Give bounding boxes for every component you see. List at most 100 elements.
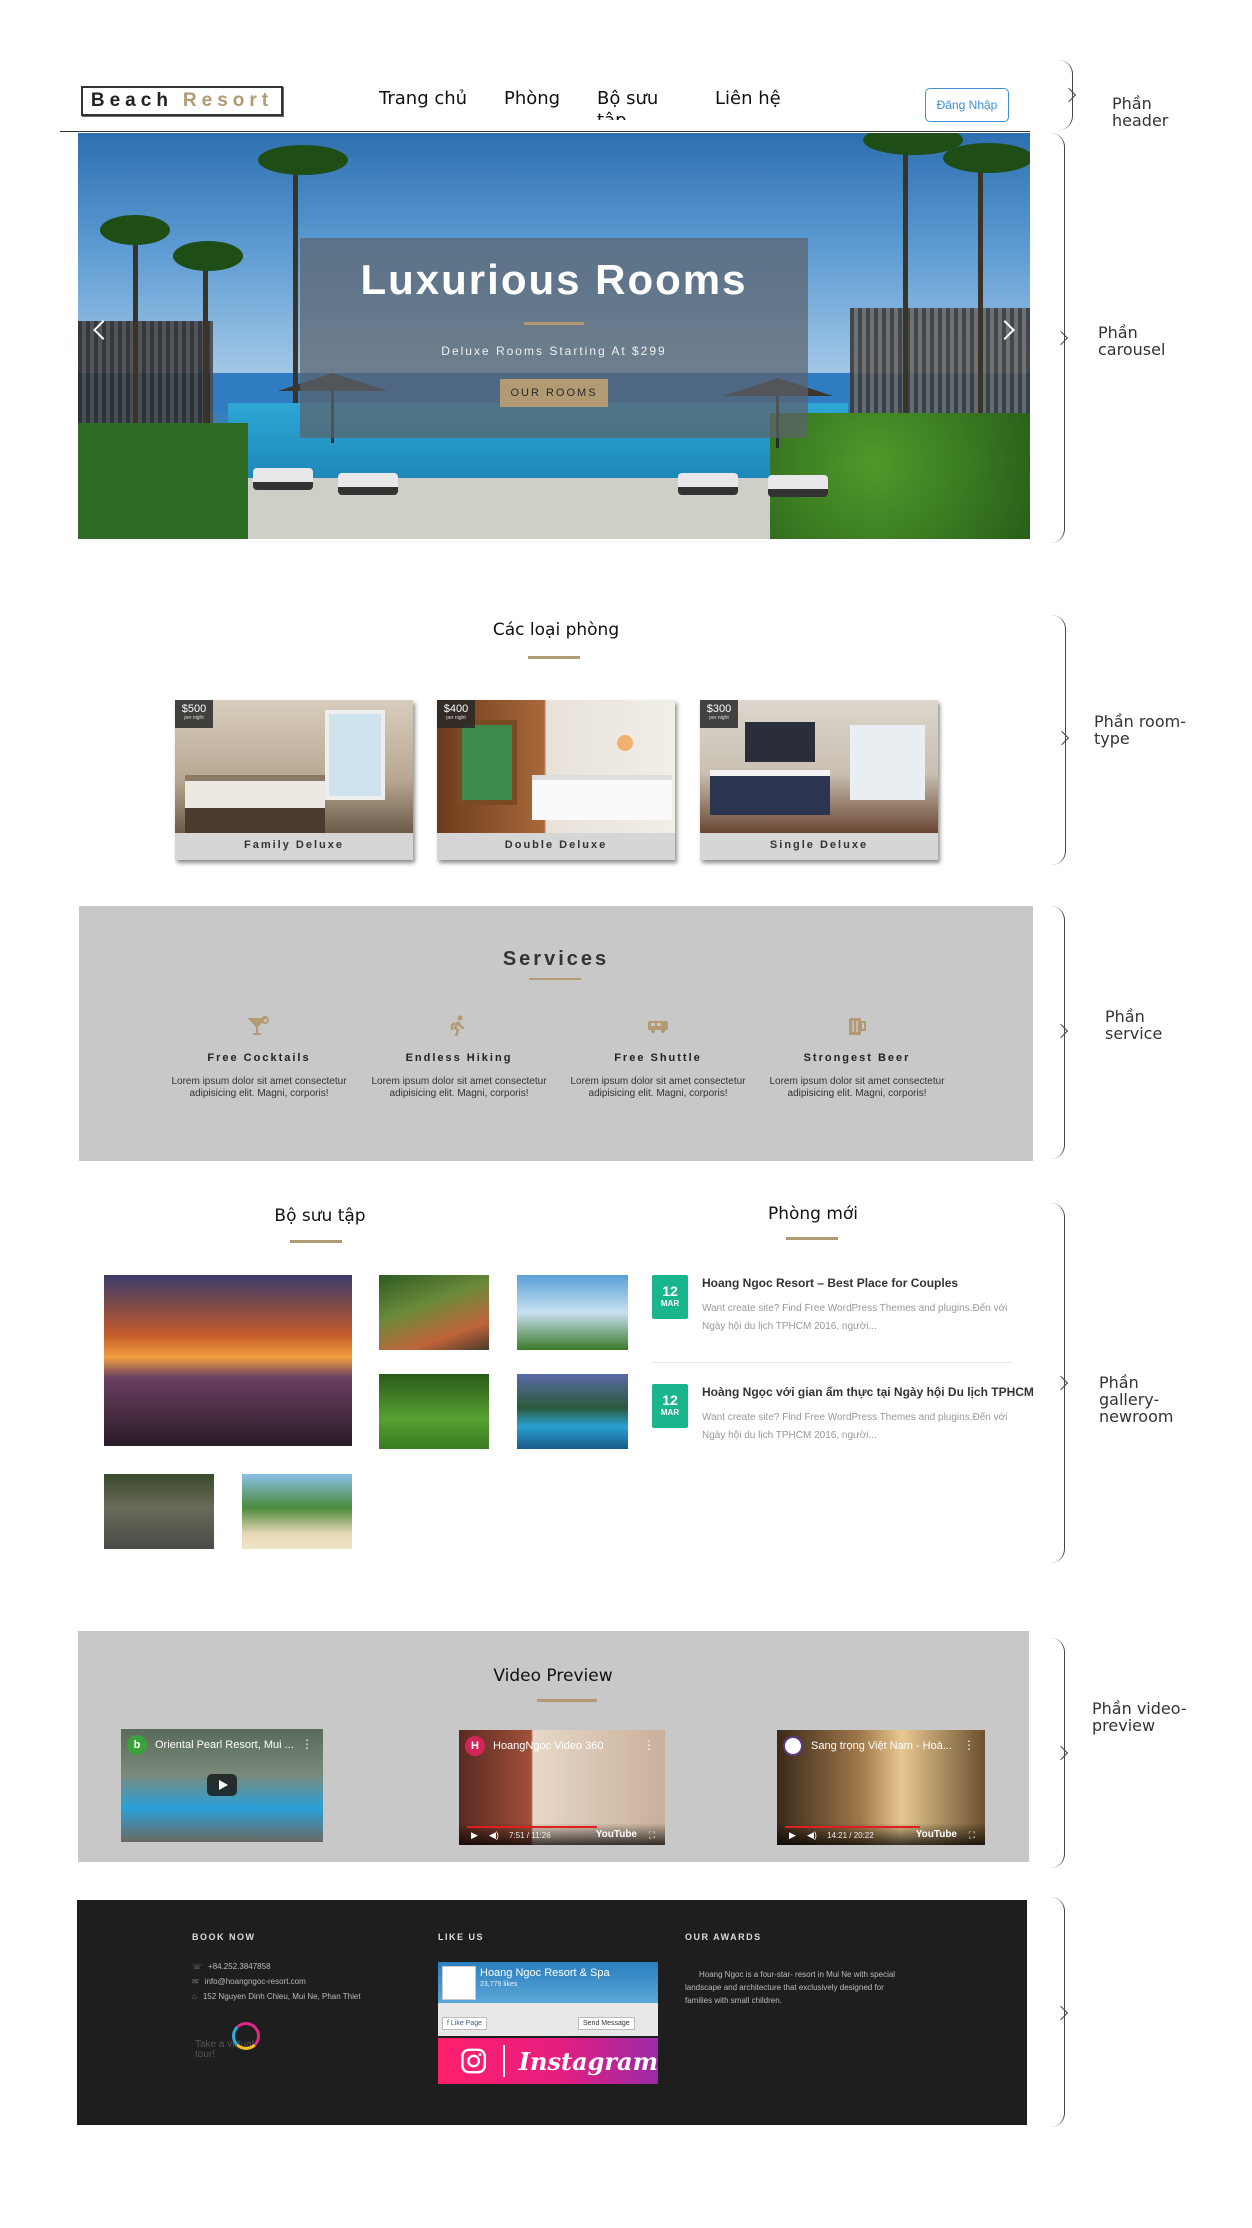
room-lamp — [617, 735, 633, 751]
gallery-image[interactable] — [379, 1374, 489, 1449]
video-progress[interactable] — [467, 1826, 597, 1828]
new-rooms-underline — [786, 1237, 838, 1240]
instagram-banner[interactable]: Instagram — [438, 2038, 658, 2084]
post-day: 12 — [662, 1283, 678, 1299]
carousel-foliage-left — [78, 423, 248, 539]
video-title: Oriental Pearl Resort, Mui ... — [155, 1739, 294, 1751]
post-day: 12 — [662, 1392, 678, 1408]
video-title: HoangNgoc Video 360 — [493, 1740, 604, 1752]
channel-avatar: H — [465, 1736, 485, 1756]
room-name: Family Deluxe — [244, 839, 344, 851]
virtual-tour-icon[interactable] — [232, 2022, 260, 2050]
new-rooms-heading: Phòng mới — [767, 1204, 859, 1224]
price-value: $400 — [443, 703, 469, 715]
instagram-wordmark: Instagram — [518, 2046, 658, 2076]
nav-home[interactable]: Trang chủ — [379, 88, 467, 109]
palm-trunk — [203, 253, 208, 433]
room-name: Single Deluxe — [769, 839, 869, 851]
facebook-page-widget[interactable]: Hoang Ngoc Resort & Spa 23,779 likes f L… — [438, 1962, 658, 2036]
service-item: Strongest Beer Lorem ipsum dolor sit ame… — [767, 1014, 947, 1100]
video-player[interactable]: H HoangNgoc Video 360 ⋮ ▶ ◀) 7:51 / 11:2… — [459, 1730, 665, 1845]
gallery-image[interactable] — [242, 1474, 352, 1549]
services-underline — [529, 978, 581, 980]
post-title[interactable]: Hoàng Ngọc với gian ấm thực tại Ngày hội… — [702, 1385, 1034, 1399]
carousel-title: Luxurious Rooms — [360, 256, 748, 303]
instagram-icon — [461, 2048, 487, 2074]
video-player[interactable]: b Oriental Pearl Resort, Mui ... ⋮ — [121, 1729, 323, 1842]
room-bed-base — [185, 808, 325, 833]
lounger — [678, 473, 738, 495]
room-window — [325, 710, 385, 800]
address-text: 152 Nguyen Dinh Chieu, Mui Ne, Phan Thie… — [202, 1992, 361, 2001]
beer-icon — [849, 1018, 866, 1035]
youtube-logo[interactable]: YouTube — [916, 1829, 957, 1840]
video-heading: Video Preview — [493, 1666, 613, 1686]
gallery-image[interactable] — [104, 1474, 214, 1549]
service-name: Free Cocktails — [207, 1052, 311, 1064]
nav-contact[interactable]: Liên hệ — [715, 88, 781, 109]
more-options-icon[interactable]: ⋮ — [643, 1738, 655, 1752]
room-wall-art — [745, 722, 815, 762]
channel-avatar: b — [127, 1735, 147, 1755]
phone-icon: ☏ — [192, 1962, 203, 1971]
price-value: $300 — [706, 703, 732, 715]
services-heading: Services — [502, 948, 610, 970]
palm-trunk — [903, 133, 908, 433]
service-desc: Lorem ipsum dolor sit amet consectetur a… — [570, 1076, 746, 1099]
fullscreen-icon[interactable]: ⛶ — [649, 1830, 655, 1841]
room-card-family[interactable]: $500 per night Family Deluxe — [175, 700, 413, 860]
video-time: 14:21 / 20:22 — [827, 1831, 874, 1840]
footer-awards-heading: OUR AWARDS — [685, 1932, 762, 1942]
facebook-message-button[interactable]: Send Message — [578, 2017, 635, 2030]
palm-fronds — [943, 143, 1030, 173]
play-icon[interactable] — [207, 1774, 237, 1796]
login-button[interactable]: Đăng Nhập — [925, 88, 1009, 122]
logo[interactable]: Beach Resort — [81, 86, 283, 116]
gallery-image[interactable] — [517, 1275, 628, 1350]
room-card-single[interactable]: $300 per night Single Deluxe — [700, 700, 938, 860]
video-progress[interactable] — [785, 1826, 920, 1828]
gallery-image[interactable] — [379, 1275, 489, 1350]
annotation-room-type: Phần room- type — [1094, 712, 1186, 748]
play-icon[interactable]: ▶ — [789, 1830, 796, 1841]
nav-rooms[interactable]: Phòng — [504, 88, 560, 109]
footer-email[interactable]: ✉ info@hoangngoc-resort.com — [192, 1977, 306, 1986]
footer-address: ⌂ 152 Nguyen Dinh Chieu, Mui Ne, Phan Thi… — [192, 1992, 361, 2001]
video-player[interactable]: Sang trọng Việt Nam - Hoà... ⋮ ▶ ◀) 14:2… — [777, 1730, 985, 1845]
hero-carousel[interactable]: Luxurious Rooms Deluxe Rooms Starting At… — [78, 133, 1030, 539]
post-title[interactable]: Hoang Ngoc Resort – Best Place for Coupl… — [702, 1276, 958, 1290]
nav-gallery[interactable]: Bộ sưu tập — [597, 88, 667, 120]
gallery-underline — [290, 1240, 342, 1243]
instagram-divider — [503, 2045, 505, 2077]
palm-trunk — [978, 153, 983, 433]
room-window — [457, 720, 517, 805]
annotation-carousel: Phần carousel — [1098, 323, 1166, 359]
service-desc: Lorem ipsum dolor sit amet consectetur a… — [171, 1076, 347, 1099]
carousel-subtitle: Deluxe Rooms Starting At $299 — [441, 344, 667, 358]
cocktail-icon — [247, 1016, 269, 1035]
facebook-like-count: 23,779 likes — [480, 1981, 518, 1988]
room-types-heading: Các loại phòng — [492, 620, 620, 640]
volume-icon[interactable]: ◀) — [807, 1830, 817, 1841]
more-options-icon[interactable]: ⋮ — [301, 1737, 313, 1751]
gallery-image[interactable] — [517, 1374, 628, 1449]
video-title: Sang trọng Việt Nam - Hoà... — [811, 1740, 951, 1752]
youtube-logo[interactable]: YouTube — [596, 1829, 637, 1840]
palm-fronds — [100, 215, 170, 245]
palm-fronds — [173, 241, 243, 271]
footer-phone[interactable]: ☏ +84.252.3847858 — [192, 1962, 271, 1971]
facebook-like-button[interactable]: f Like Page — [442, 2017, 488, 2030]
post-month: MAR — [660, 1408, 680, 1417]
post-date-badge: 12 MAR — [652, 1384, 688, 1428]
location-icon: ⌂ — [192, 1992, 197, 2001]
room-card-double[interactable]: $400 per night Double Deluxe — [437, 700, 675, 860]
footer-book-now-heading: BOOK NOW — [192, 1932, 256, 1942]
price-badge: $300 per night — [700, 700, 738, 728]
fullscreen-icon[interactable]: ⛶ — [969, 1830, 975, 1841]
more-options-icon[interactable]: ⋮ — [963, 1738, 975, 1752]
play-icon[interactable]: ▶ — [471, 1830, 478, 1841]
service-item: Free Shuttle Lorem ipsum dolor sit amet … — [568, 1014, 748, 1100]
gallery-image[interactable] — [104, 1275, 352, 1446]
our-rooms-button[interactable]: OUR ROOMS — [500, 379, 608, 407]
volume-icon[interactable]: ◀) — [489, 1830, 499, 1841]
